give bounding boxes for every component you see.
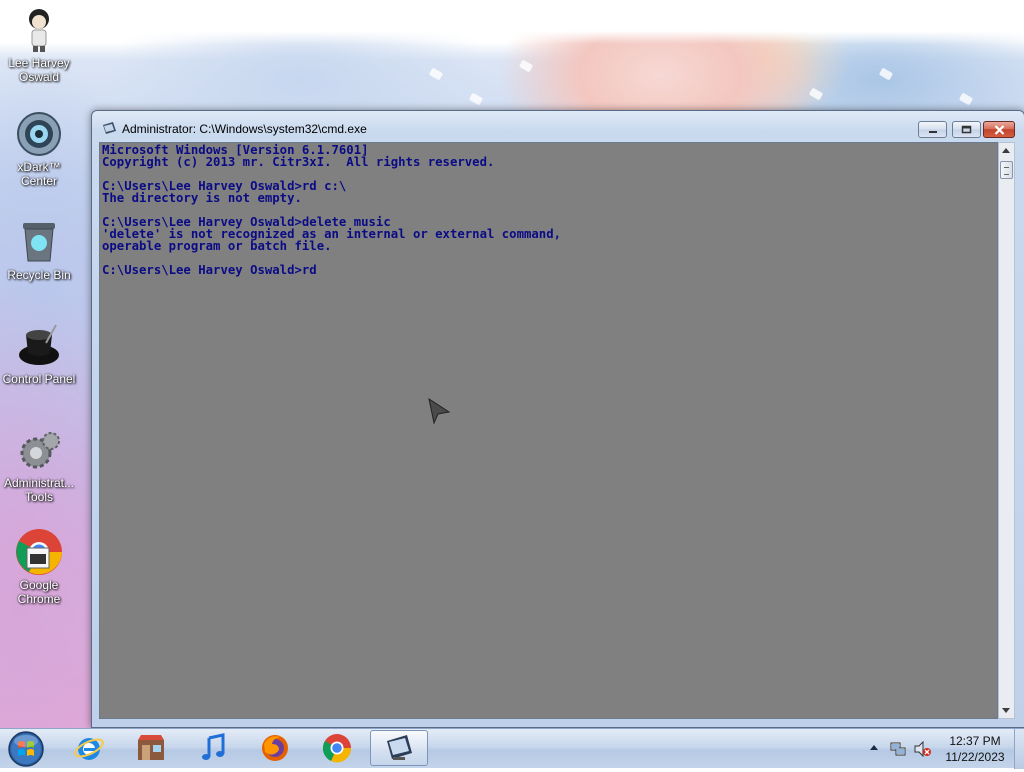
desktop-icon-label: Lee Harvey Oswald [8, 56, 70, 84]
control-panel-icon [15, 322, 63, 370]
taskbar-firefox[interactable] [246, 730, 304, 766]
volume-muted-icon[interactable] [914, 741, 932, 757]
taskbar-itunes[interactable] [184, 730, 242, 766]
desktop: Lee Harvey Oswald xDark™ Center Recycle … [0, 0, 1024, 728]
desktop-icon-label: Recycle Bin [7, 268, 71, 282]
wallpaper-petal [958, 92, 974, 106]
music-note-icon [202, 733, 225, 760]
chrome-icon [15, 528, 63, 576]
taskbar-cmd[interactable] [370, 730, 428, 766]
close-icon [994, 124, 1004, 135]
mouse-cursor-icon [428, 397, 451, 425]
cmd-icon [103, 122, 116, 134]
clock-time: 12:37 PM [949, 734, 1001, 748]
console-line: operable program or batch file. [102, 239, 332, 253]
recycle-bin-icon [15, 218, 63, 266]
desktop-icon-label: xDark™ Center [17, 160, 61, 188]
desktop-icon-control-panel[interactable]: Control Panel [0, 322, 78, 386]
chrome-icon [322, 734, 352, 763]
wallpaper-petal [878, 67, 894, 81]
window-titlebar[interactable]: Administrator: C:\Windows\system32\cmd.e… [92, 111, 1024, 143]
internet-explorer-icon [74, 738, 104, 760]
desktop-icon-label: Google Chrome [17, 578, 61, 606]
wallpaper-petal [428, 67, 444, 81]
desktop-icon-recycle-bin[interactable]: Recycle Bin [0, 218, 78, 282]
taskbar-chrome[interactable] [308, 730, 366, 766]
clock[interactable]: 12:37 PM 11/22/2023 [940, 733, 1010, 765]
taskbar-internet-explorer[interactable] [60, 730, 118, 766]
user-figure-icon [15, 6, 63, 54]
taskbar-store[interactable] [122, 730, 180, 766]
minimize-icon [928, 130, 937, 133]
wallpaper-petal [808, 87, 824, 101]
windows-start-orb-icon [8, 731, 44, 767]
desktop-icon-label: Administrat... Tools [3, 476, 75, 504]
desktop-icon-google-chrome[interactable]: Google Chrome [0, 528, 78, 606]
store-icon [138, 735, 164, 760]
scroll-down-arrow-icon[interactable] [1002, 708, 1010, 713]
scroll-thumb[interactable] [1000, 161, 1013, 179]
scroll-up-arrow-icon[interactable] [1002, 148, 1010, 153]
admin-tools-icon [15, 426, 63, 474]
desktop-icon-administrative-tools[interactable]: Administrat... Tools [0, 426, 78, 504]
xdark-center-icon [15, 110, 63, 158]
desktop-icon-lee-harvey-oswald[interactable]: Lee Harvey Oswald [0, 6, 78, 84]
firefox-icon [262, 735, 288, 761]
console-line: Copyright (c) 2013 mr. Citr3xI. All righ… [102, 155, 495, 169]
start-button[interactable] [6, 730, 46, 768]
close-button[interactable] [983, 121, 1015, 138]
console-line: The directory is not empty. [102, 191, 302, 205]
wallpaper-petal [468, 92, 484, 106]
console-text: Microsoft Windows [Version 6.1.7601] Cop… [102, 144, 561, 276]
desktop-icon-label: Control Panel [2, 372, 76, 386]
minimize-button[interactable] [918, 121, 947, 138]
cmd-icon [387, 735, 412, 760]
clock-date: 11/22/2023 [945, 750, 1005, 764]
taskbar: 12:37 PM 11/22/2023 [0, 728, 1024, 769]
show-hidden-icons-arrow-icon[interactable] [870, 745, 878, 750]
cmd-window[interactable]: Administrator: C:\Windows\system32\cmd.e… [91, 110, 1024, 728]
vertical-scrollbar[interactable] [998, 142, 1015, 719]
wallpaper-top [0, 0, 1024, 44]
window-title: Administrator: C:\Windows\system32\cmd.e… [122, 122, 367, 136]
maximize-button[interactable] [952, 121, 981, 138]
maximize-icon [961, 125, 972, 134]
show-desktop-button[interactable] [1014, 729, 1024, 769]
console-output[interactable]: Microsoft Windows [Version 6.1.7601] Cop… [99, 142, 998, 719]
network-icon[interactable] [890, 741, 906, 757]
console-prompt-line[interactable]: C:\Users\Lee Harvey Oswald>rd [102, 264, 561, 276]
wallpaper-petal [518, 59, 534, 73]
desktop-icon-xdark-center[interactable]: xDark™ Center [0, 110, 78, 188]
